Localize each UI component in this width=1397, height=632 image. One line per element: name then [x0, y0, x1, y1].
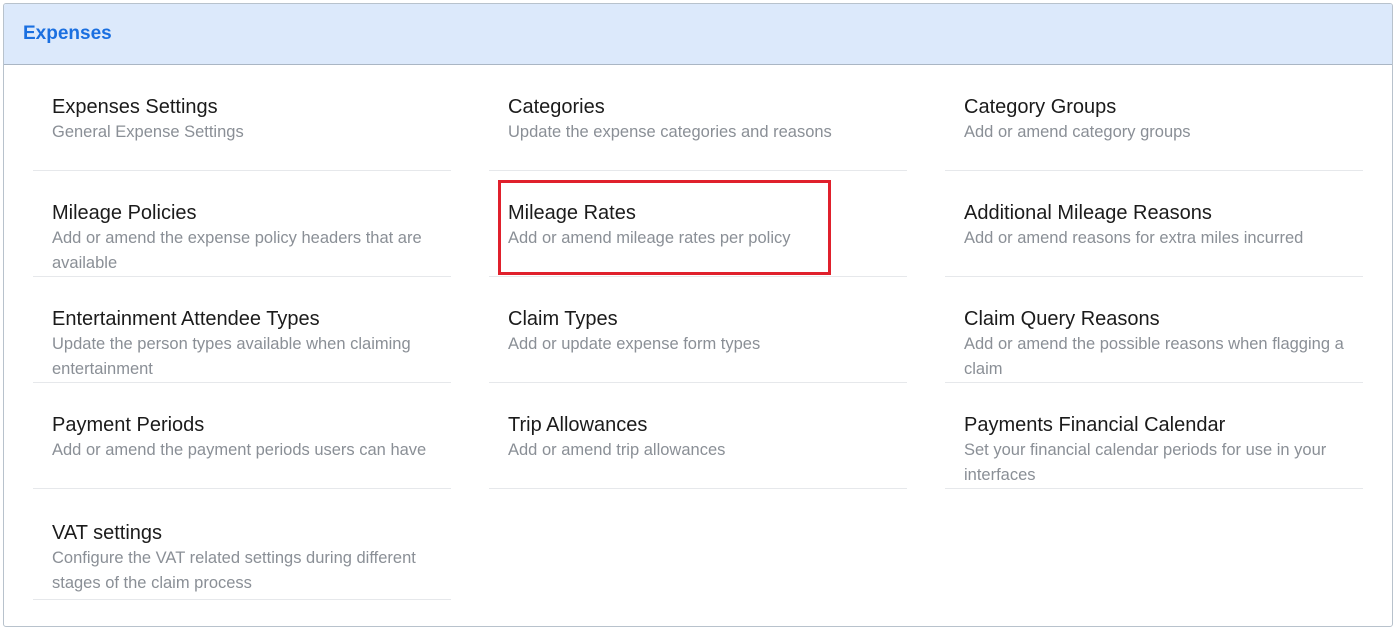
item-description: Add or amend mileage rates per policy	[508, 229, 791, 247]
panel-header: Expenses	[4, 4, 1392, 65]
item-description: Add or amend reasons for extra miles inc…	[964, 229, 1304, 247]
settings-item-vat-settings[interactable]: VAT settings Configure the VAT related s…	[33, 489, 451, 600]
item-description: Set your financial calendar periods for …	[964, 441, 1327, 484]
item-description: Configure the VAT related settings durin…	[52, 549, 416, 592]
item-title: Trip Allowances	[508, 414, 648, 436]
settings-item-entertainment-attendee-types[interactable]: Entertainment Attendee Types Update the …	[33, 277, 451, 383]
settings-item-claim-query-reasons[interactable]: Claim Query Reasons Add or amend the pos…	[945, 277, 1363, 383]
settings-item-payment-periods[interactable]: Payment Periods Add or amend the payment…	[33, 383, 451, 489]
item-description: General Expense Settings	[52, 123, 244, 141]
item-title: Mileage Policies	[52, 202, 197, 224]
item-description: Update the expense categories and reason…	[508, 123, 832, 141]
settings-item-trip-allowances[interactable]: Trip Allowances Add or amend trip allowa…	[489, 383, 907, 489]
settings-item-category-groups[interactable]: Category Groups Add or amend category gr…	[945, 65, 1363, 171]
settings-item-additional-mileage-reasons[interactable]: Additional Mileage Reasons Add or amend …	[945, 171, 1363, 277]
item-title: Payments Financial Calendar	[964, 414, 1226, 436]
item-title: Categories	[508, 96, 605, 118]
settings-item-payments-financial-calendar[interactable]: Payments Financial Calendar Set your fin…	[945, 383, 1363, 489]
item-title: Entertainment Attendee Types	[52, 308, 320, 330]
settings-item-mileage-policies[interactable]: Mileage Policies Add or amend the expens…	[33, 171, 451, 277]
item-title: VAT settings	[52, 522, 163, 544]
item-description: Add or amend the possible reasons when f…	[964, 335, 1344, 378]
item-description: Add or amend trip allowances	[508, 441, 726, 459]
item-title: Payment Periods	[52, 414, 205, 436]
item-title: Expenses Settings	[52, 96, 218, 118]
item-description: Update the person types available when c…	[52, 335, 411, 378]
settings-item-mileage-rates[interactable]: Mileage Rates Add or amend mileage rates…	[489, 171, 907, 277]
item-title: Claim Types	[508, 308, 618, 330]
item-description: Add or amend the payment periods users c…	[52, 441, 427, 459]
item-title: Mileage Rates	[508, 202, 636, 224]
item-description: Add or update expense form types	[508, 335, 761, 353]
settings-item-expenses-settings[interactable]: Expenses Settings General Expense Settin…	[33, 65, 451, 171]
panel-title: Expenses	[23, 23, 112, 44]
item-title: Category Groups	[964, 96, 1117, 118]
item-description: Add or amend category groups	[964, 123, 1191, 141]
item-title: Claim Query Reasons	[964, 308, 1160, 330]
settings-item-claim-types[interactable]: Claim Types Add or update expense form t…	[489, 277, 907, 383]
item-title: Additional Mileage Reasons	[964, 202, 1212, 224]
item-description: Add or amend the expense policy headers …	[52, 229, 422, 272]
settings-item-categories[interactable]: Categories Update the expense categories…	[489, 65, 907, 171]
expenses-panel: Expenses Expenses Settings General Expen…	[3, 3, 1393, 627]
